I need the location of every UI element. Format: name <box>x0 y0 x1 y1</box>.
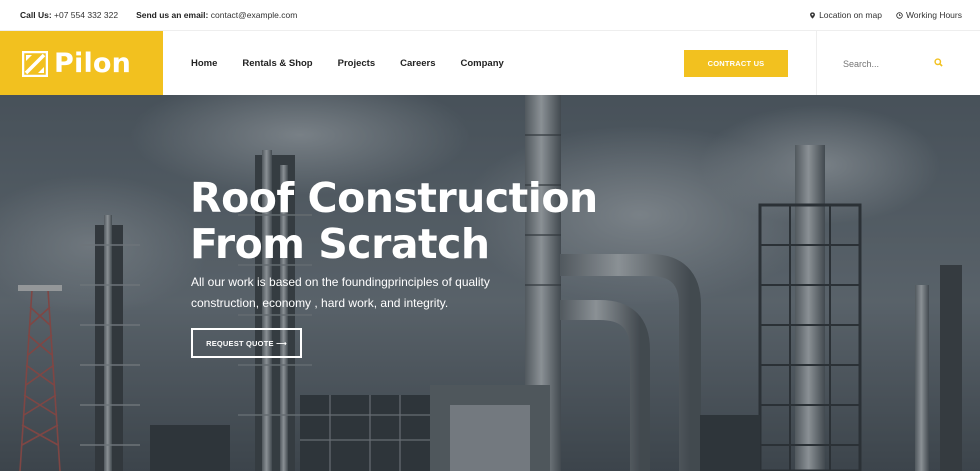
search-icon[interactable] <box>934 58 943 67</box>
search-input[interactable] <box>843 58 943 69</box>
top-bar: Call Us: +07 554 332 322 Send us an emai… <box>0 0 980 30</box>
nav-item-company[interactable]: Company <box>461 58 504 69</box>
hours-label: Working Hours <box>905 10 962 20</box>
location-label: Location on map <box>819 10 882 20</box>
hero-section: Roof Construction From Scratch All our w… <box>0 95 980 471</box>
hours-link[interactable]: Working Hours <box>896 10 962 20</box>
site-header: Pilon Home Rentals & Shop Projects Caree… <box>0 30 980 96</box>
logo[interactable]: Pilon <box>0 31 163 96</box>
phone-number[interactable]: +07 554 332 322 <box>54 10 118 20</box>
logo-text: Pilon <box>54 48 132 79</box>
nav-item-careers[interactable]: Careers <box>400 58 435 69</box>
request-quote-button[interactable]: REQUEST QUOTE ⟶ <box>191 328 302 358</box>
search-box <box>816 31 980 96</box>
contract-us-button[interactable]: CONTRACT US <box>684 50 788 77</box>
phone-label: Call Us: <box>20 10 52 20</box>
clock-icon <box>896 11 903 19</box>
hero-title-line-2: From Scratch <box>190 220 490 268</box>
hero-title-line-1: Roof Construction <box>190 174 598 222</box>
email-label: Send us an email: <box>136 10 209 20</box>
email-address[interactable]: contact@example.com <box>211 10 298 20</box>
nav-item-rentals-shop[interactable]: Rentals & Shop <box>242 58 312 69</box>
top-links: Location on map Working Hours <box>809 10 962 20</box>
map-pin-icon <box>810 11 816 19</box>
main-nav: Home Rentals & Shop Projects Careers Com… <box>191 31 504 96</box>
nav-item-home[interactable]: Home <box>191 58 217 69</box>
hero-subtitle: All our work is based on the foundingpri… <box>191 275 490 310</box>
nav-item-projects[interactable]: Projects <box>338 58 376 69</box>
location-link[interactable]: Location on map <box>809 10 882 20</box>
pilon-logo-icon <box>22 50 48 77</box>
hero-title: Roof Construction From Scratch <box>190 175 598 267</box>
phone-info: Call Us: +07 554 332 322 <box>20 10 118 20</box>
contact-info: Call Us: +07 554 332 322 Send us an emai… <box>20 10 297 20</box>
email-info: Send us an email: contact@example.com <box>136 10 297 20</box>
